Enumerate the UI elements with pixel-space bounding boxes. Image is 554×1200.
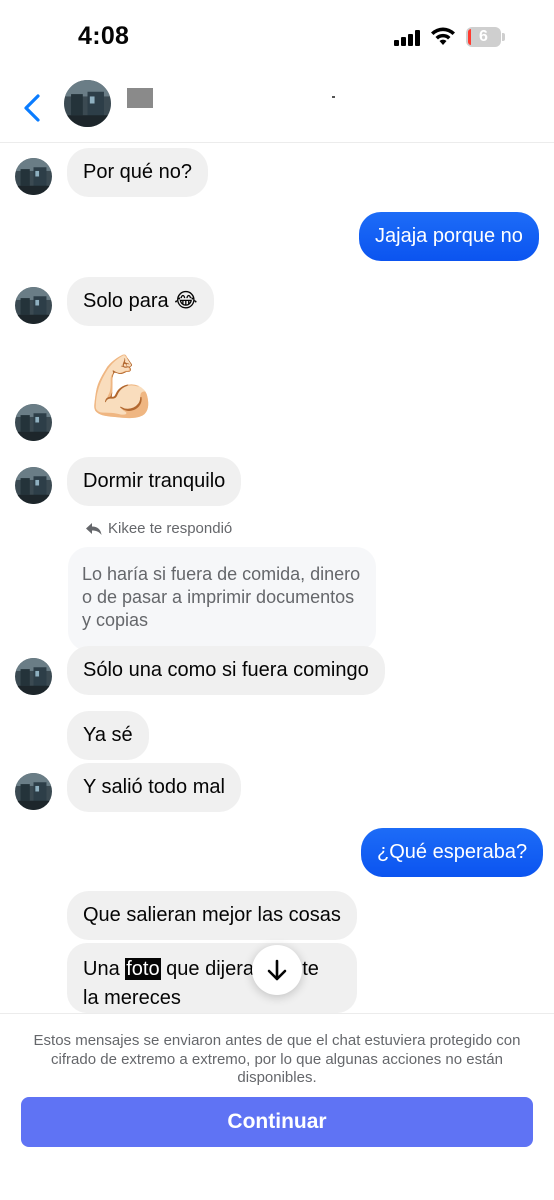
arrow-down-icon xyxy=(267,959,287,981)
message-text: la mereces xyxy=(83,987,181,1009)
avatar[interactable] xyxy=(15,773,52,810)
message-outgoing[interactable]: Jajaja porque no xyxy=(359,212,539,261)
contact-avatar[interactable] xyxy=(64,80,111,127)
continue-button[interactable]: Continuar xyxy=(21,1097,533,1147)
wifi-icon xyxy=(431,27,455,45)
battery-level: 6 xyxy=(479,28,488,45)
message-incoming[interactable]: Solo para 😂 xyxy=(67,277,214,326)
emoji-message-flexed-biceps[interactable]: 💪🏻 xyxy=(84,352,159,422)
message-outgoing[interactable]: ¿Qué esperaba? xyxy=(361,828,544,877)
message-incoming[interactable]: Sólo una como si fuera comingo xyxy=(67,646,385,695)
message-incoming[interactable]: Por qué no? xyxy=(67,148,208,197)
message-incoming[interactable]: Y salió todo mal xyxy=(67,763,241,812)
message-text: Una xyxy=(83,958,126,980)
message-incoming[interactable]: Una foto que dijerae, te la mereces xyxy=(67,943,357,1013)
scroll-to-bottom-button[interactable] xyxy=(252,945,302,995)
message-incoming[interactable]: Dormir tranquilo xyxy=(67,457,242,506)
avatar[interactable] xyxy=(15,404,52,441)
avatar[interactable] xyxy=(15,158,52,195)
header-dot xyxy=(332,96,335,98)
battery-icon: 6 xyxy=(466,27,505,47)
contact-name-redacted xyxy=(127,88,153,108)
message-incoming[interactable]: Que salieran mejor las cosas xyxy=(67,891,357,940)
encryption-notice-footer: Estos mensajes se enviaron antes de que … xyxy=(0,1013,554,1200)
status-time: 4:08 xyxy=(78,22,130,50)
avatar[interactable] xyxy=(15,467,52,504)
signal-icon xyxy=(394,30,420,46)
chat-screen: 4:08 6 Por qué no? Jajaja porque no Solo… xyxy=(0,0,554,1200)
encryption-notice: Estos mensajes se enviaron antes de que … xyxy=(33,1032,521,1086)
avatar[interactable] xyxy=(15,658,52,695)
reply-label-text: Kikee te respondió xyxy=(108,520,233,537)
status-bar: 4:08 6 xyxy=(0,0,554,70)
reply-indicator: Kikee te respondió xyxy=(86,520,232,537)
back-button[interactable] xyxy=(18,92,46,124)
avatar[interactable] xyxy=(15,287,52,324)
chat-header xyxy=(0,70,554,143)
highlighted-word: foto xyxy=(125,958,161,980)
message-incoming[interactable]: Ya sé xyxy=(67,711,149,760)
message-text: que dijera xyxy=(160,958,255,980)
quoted-message[interactable]: Lo haría si fuera de comida, dinero o de… xyxy=(68,547,376,651)
reply-arrow-icon xyxy=(86,522,102,535)
